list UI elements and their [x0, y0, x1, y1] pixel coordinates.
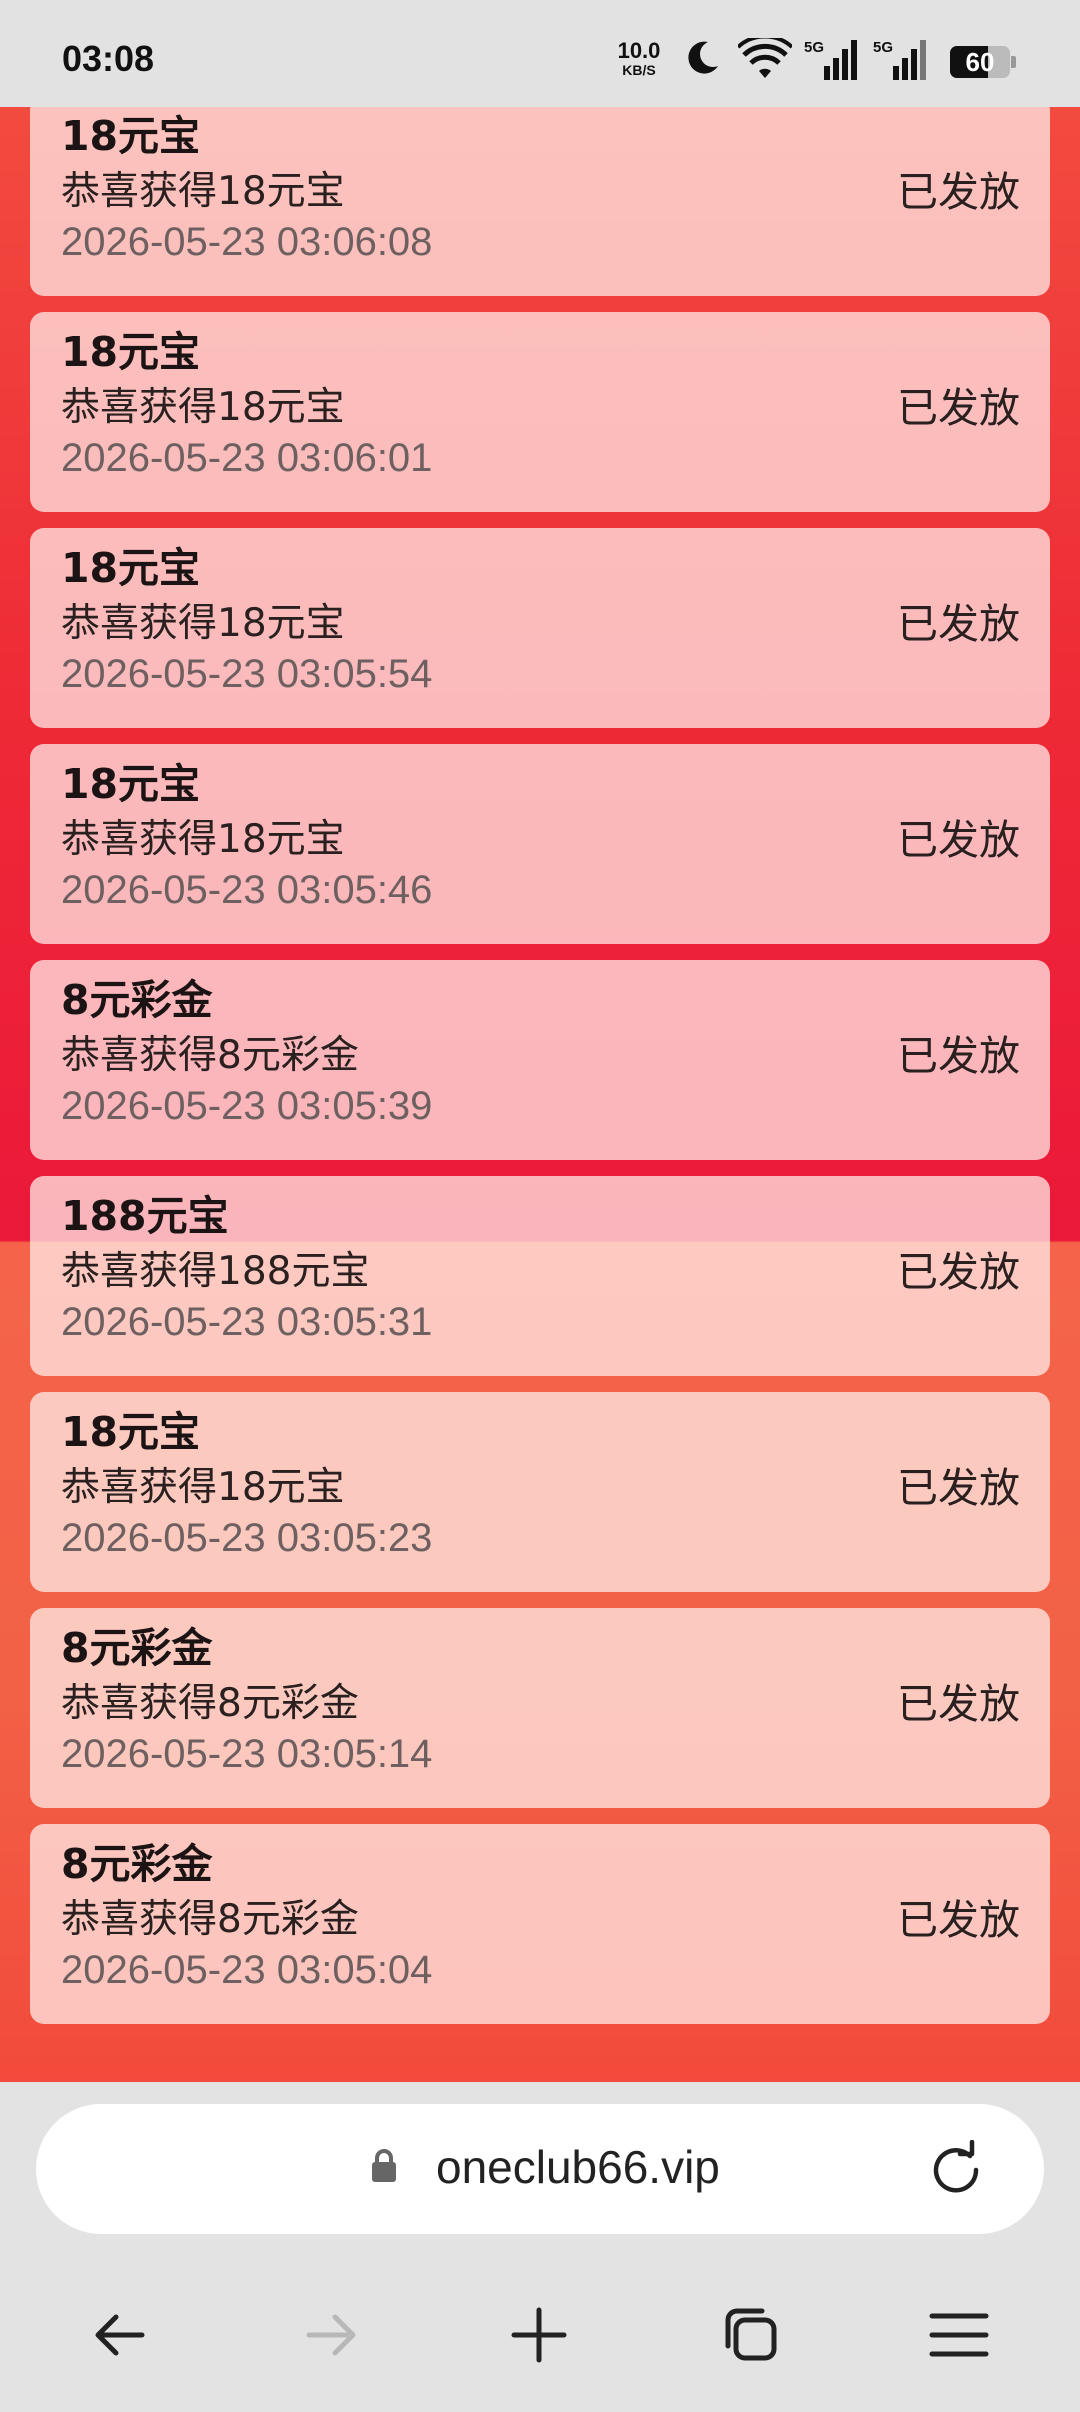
record-title: 8元彩金 — [61, 1840, 213, 1888]
svg-text:5G: 5G — [873, 39, 893, 56]
record-card[interactable]: 8元彩金 恭喜获得8元彩金 2026-05-23 03:05:39 已发放 — [30, 960, 1050, 1160]
record-title: 8元彩金 — [61, 976, 213, 1024]
record-description: 恭喜获得18元宝 — [61, 1465, 345, 1510]
record-description: 恭喜获得188元宝 — [61, 1249, 370, 1294]
reload-icon[interactable] — [926, 2140, 986, 2200]
record-title: 18元宝 — [61, 544, 201, 592]
record-time: 2026-05-23 03:05:46 — [61, 868, 433, 912]
record-title: 18元宝 — [61, 328, 201, 376]
record-status: 已发放 — [897, 1032, 1020, 1080]
record-title: 188元宝 — [61, 1192, 229, 1240]
record-description: 恭喜获得18元宝 — [61, 169, 345, 214]
browser-toolbar: oneclub66.vip — [0, 2082, 1080, 2412]
forward-arrow-icon[interactable] — [285, 2290, 375, 2380]
browser-nav-row — [0, 2290, 1080, 2380]
record-title: 18元宝 — [61, 760, 201, 808]
record-status: 已发放 — [897, 1896, 1020, 1944]
svg-text:5G: 5G — [804, 39, 824, 56]
record-status: 已发放 — [897, 168, 1020, 216]
record-time: 2026-05-23 03:05:31 — [61, 1300, 433, 1344]
battery-level: 60 — [965, 47, 995, 77]
url-text[interactable]: oneclub66.vip — [436, 2140, 720, 2194]
record-card[interactable]: 18元宝 恭喜获得18元宝 2026-05-23 03:06:01 已发放 — [30, 312, 1050, 512]
record-status: 已发放 — [897, 1248, 1020, 1296]
record-time: 2026-05-23 03:05:14 — [61, 1732, 433, 1776]
menu-icon[interactable] — [914, 2290, 1004, 2380]
record-status: 已发放 — [897, 384, 1020, 432]
address-bar[interactable]: oneclub66.vip — [36, 2104, 1044, 2234]
record-time: 2026-05-23 03:05:39 — [61, 1084, 433, 1128]
record-description: 恭喜获得18元宝 — [61, 601, 345, 646]
record-time: 2026-05-23 03:05:04 — [61, 1948, 433, 1992]
record-card[interactable]: 18元宝 恭喜获得18元宝 2026-05-23 03:05:46 已发放 — [30, 744, 1050, 944]
moon-icon — [688, 41, 718, 74]
battery-icon: 60 — [950, 46, 1016, 78]
lock-icon — [372, 2149, 396, 2182]
status-bar: 03:08 10.0 KB/S 5G 5G 60 — [0, 0, 1080, 107]
tabs-icon[interactable] — [706, 2290, 796, 2380]
record-status: 已发放 — [897, 1680, 1020, 1728]
back-arrow-icon[interactable] — [76, 2290, 166, 2380]
record-card[interactable]: 18元宝 恭喜获得18元宝 2026-05-23 03:06:08 已发放 — [30, 107, 1050, 296]
new-tab-plus-icon[interactable] — [494, 2290, 584, 2380]
record-title: 18元宝 — [61, 1408, 201, 1456]
record-description: 恭喜获得8元彩金 — [61, 1681, 359, 1726]
record-status: 已发放 — [897, 1464, 1020, 1512]
record-time: 2026-05-23 03:05:54 — [61, 652, 433, 696]
record-time: 2026-05-23 03:06:01 — [61, 436, 433, 480]
record-time: 2026-05-23 03:05:23 — [61, 1516, 433, 1560]
network-speed-unit: KB/S — [622, 62, 656, 78]
record-card[interactable]: 8元彩金 恭喜获得8元彩金 2026-05-23 03:05:14 已发放 — [30, 1608, 1050, 1808]
record-card[interactable]: 8元彩金 恭喜获得8元彩金 2026-05-23 03:05:04 已发放 — [30, 1824, 1050, 2024]
record-card[interactable]: 188元宝 恭喜获得188元宝 2026-05-23 03:05:31 已发放 — [30, 1176, 1050, 1376]
record-status: 已发放 — [897, 600, 1020, 648]
wifi-icon — [738, 38, 792, 78]
reward-records-list[interactable]: 18元宝 恭喜获得18元宝 2026-05-23 03:06:08 已发放 18… — [0, 107, 1080, 2082]
record-description: 恭喜获得8元彩金 — [61, 1897, 359, 1942]
record-title: 8元彩金 — [61, 1624, 213, 1672]
record-description: 恭喜获得18元宝 — [61, 385, 345, 430]
network-speed-value: 10.0 — [617, 38, 661, 63]
record-title: 18元宝 — [61, 112, 201, 160]
network-speed: 10.0 KB/S — [611, 38, 667, 79]
signal-5g-icon: 5G — [804, 39, 857, 80]
record-card[interactable]: 18元宝 恭喜获得18元宝 2026-05-23 03:05:54 已发放 — [30, 528, 1050, 728]
record-status: 已发放 — [897, 816, 1020, 864]
signal-5g-icon: 5G — [873, 39, 926, 80]
record-time: 2026-05-23 03:06:08 — [61, 220, 433, 264]
record-card[interactable]: 18元宝 恭喜获得18元宝 2026-05-23 03:05:23 已发放 — [30, 1392, 1050, 1592]
status-time: 03:08 — [62, 38, 155, 79]
record-description: 恭喜获得8元彩金 — [61, 1033, 359, 1078]
record-description: 恭喜获得18元宝 — [61, 817, 345, 862]
